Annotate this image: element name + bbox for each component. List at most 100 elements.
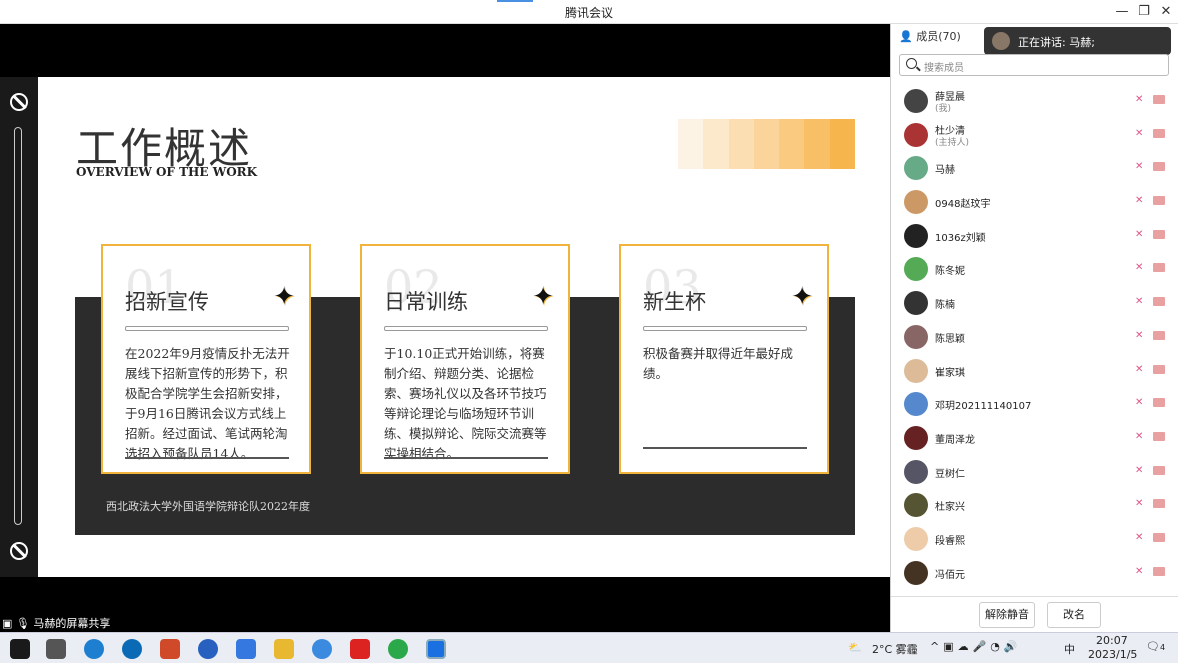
stop-annotation-icon-bottom[interactable] [10, 542, 28, 560]
member-row[interactable]: 1036z刘颖 ✕ [891, 219, 1178, 253]
qq-icon[interactable] [312, 639, 332, 659]
member-role: (主持人) [935, 137, 970, 148]
avatar [904, 358, 928, 383]
window-title: 腾讯会议 [564, 6, 613, 20]
mic-muted-icon: ✕ [1135, 363, 1144, 375]
clock-date[interactable]: 2023/1/5 [1088, 648, 1137, 661]
mic-muted-icon: ✕ [1135, 195, 1144, 207]
camera-off-icon [1153, 499, 1165, 509]
system-tray-icons[interactable]: ^▣☁🎤◔🔊 [930, 640, 1022, 653]
rename-button[interactable]: 改名 [1047, 602, 1101, 628]
ime-indicator[interactable]: 中 [1064, 641, 1075, 657]
share-owner-text: 马赫的屏幕共享 [33, 617, 111, 630]
avatar [904, 493, 928, 518]
card-title: 招新宣传 [125, 290, 209, 314]
member-row[interactable]: 陈思颖 ✕ [891, 320, 1178, 354]
member-row[interactable]: 马赫 ✕ [891, 151, 1178, 185]
gradient-step [728, 119, 754, 169]
gradient-step [703, 119, 729, 169]
restore-button[interactable]: ❐ [1134, 2, 1154, 22]
slide-footer: 西北政法大学外国语学院辩论队2022年度 [106, 500, 310, 513]
member-row[interactable]: 董周泽龙 ✕ [891, 421, 1178, 455]
member-row[interactable]: 0948赵玟宇 ✕ [891, 185, 1178, 219]
member-row[interactable]: 杜少清 (主持人) ✕ [891, 118, 1178, 152]
browser-icon[interactable] [122, 639, 142, 659]
avatar [904, 257, 928, 282]
annotation-toolstrip [0, 77, 38, 577]
file-explorer-icon[interactable] [274, 639, 294, 659]
avatar [904, 526, 928, 551]
member-row[interactable]: 杜家兴 ✕ [891, 488, 1178, 522]
card-training: 02 日常训练 ✦ 于10.10正式开始训练，将赛制介绍、辩题分类、论据检索、赛… [360, 244, 570, 474]
search-icon [906, 58, 917, 69]
task-view-icon[interactable] [46, 639, 66, 659]
weather-text[interactable]: 2°C 雾霾 [872, 641, 918, 657]
member-row[interactable]: 段睿熙 ✕ [891, 522, 1178, 556]
mic-muted-icon: ✕ [1135, 565, 1144, 577]
card-body: 积极备赛并取得近年最好成绩。 [643, 346, 794, 381]
windows-start-icon[interactable] [10, 639, 30, 659]
speaking-indicator: 正在讲话: 马赫; [984, 27, 1171, 55]
avatar [904, 190, 928, 215]
mic-muted-icon: ✕ [1135, 498, 1144, 510]
camera-off-icon [1153, 162, 1165, 172]
close-button[interactable]: ✕ [1156, 2, 1176, 22]
mic-muted-icon: ✕ [1135, 228, 1144, 240]
mic-muted-icon: ✕ [1135, 161, 1144, 173]
avatar [904, 459, 928, 484]
unmute-button[interactable]: 解除静音 [979, 602, 1035, 628]
stop-annotation-icon[interactable] [10, 93, 28, 111]
wechat-icon[interactable] [388, 639, 408, 659]
gradient-swatch [678, 119, 855, 169]
camera-off-icon [1153, 196, 1165, 206]
weather-icon: ⛅ [848, 641, 862, 654]
member-role: (我) [935, 104, 952, 114]
clock-time[interactable]: 20:07 [1096, 634, 1128, 647]
notification-icon[interactable]: 🗨4 [1146, 640, 1165, 653]
card-body: 在2022年9月疫情反扑无法开展线下招新宣传的形势下，积极配合学院学生会招新安排… [125, 346, 290, 461]
camera-off-icon [1153, 566, 1165, 576]
camera-off-icon [1153, 398, 1165, 408]
avatar [904, 425, 928, 450]
app-icon[interactable] [236, 639, 256, 659]
powerpoint-icon[interactable] [160, 639, 180, 659]
card-recruit: 01 招新宣传 ✦ 在2022年9月疫情反扑无法开展线下招新宣传的形势下，积极配… [101, 244, 311, 474]
tencent-meeting-icon[interactable] [426, 639, 446, 659]
member-panel: 👤 成员(70) 正在讲话: 马赫; 搜索成员 薛昱晨 (我) ✕ 杜少清 (主… [890, 24, 1178, 632]
camera-off-icon [1153, 465, 1165, 475]
card-divider [125, 326, 289, 331]
member-name: 段睿熙 [935, 535, 965, 547]
member-row[interactable]: 陈楠 ✕ [891, 286, 1178, 320]
member-row[interactable]: 豆树仁 ✕ [891, 455, 1178, 489]
card-title: 日常训练 [384, 290, 468, 314]
camera-off-icon [1153, 330, 1165, 340]
member-name: 董周泽龙 [935, 434, 975, 446]
screen-share-label: ▣ 🎙 马赫的屏幕共享 [0, 616, 110, 632]
member-row[interactable]: 冯佰元 ✕ [891, 556, 1178, 590]
avatar [904, 392, 928, 417]
member-name: 马赫 [935, 165, 955, 177]
minimize-button[interactable]: — [1112, 2, 1132, 22]
member-search-input[interactable]: 搜索成员 [899, 54, 1169, 76]
wps-icon[interactable] [350, 639, 370, 659]
card-divider [643, 326, 807, 331]
camera-off-icon [1153, 431, 1165, 441]
gradient-step [804, 119, 830, 169]
member-row[interactable]: 崔家琪 ✕ [891, 354, 1178, 388]
member-list: 薛昱晨 (我) ✕ 杜少清 (主持人) ✕ 马赫 ✕ 0948赵玟宇 ✕ 103… [891, 84, 1178, 589]
member-name: 豆树仁 [935, 468, 965, 480]
mic-muted-icon: ✕ [1135, 127, 1144, 139]
vpn-icon[interactable] [198, 639, 218, 659]
card-bottom-rule [643, 447, 807, 449]
member-name: 杜家兴 [935, 502, 965, 514]
speaking-text: 正在讲话: 马赫; [1018, 36, 1095, 49]
camera-off-icon [1153, 532, 1165, 542]
member-row[interactable]: 薛昱晨 (我) ✕ [891, 84, 1178, 118]
member-row[interactable]: 陈冬妮 ✕ [891, 252, 1178, 286]
member-name: 陈思颖 [935, 333, 965, 345]
member-row[interactable]: 邓玥202111140107 ✕ [891, 387, 1178, 421]
edge-icon[interactable] [84, 639, 104, 659]
panel-buttons: 解除静音 改名 [891, 596, 1178, 632]
toolstrip-scrollbar[interactable] [14, 127, 22, 525]
mic-muted-icon: ✕ [1135, 296, 1144, 308]
